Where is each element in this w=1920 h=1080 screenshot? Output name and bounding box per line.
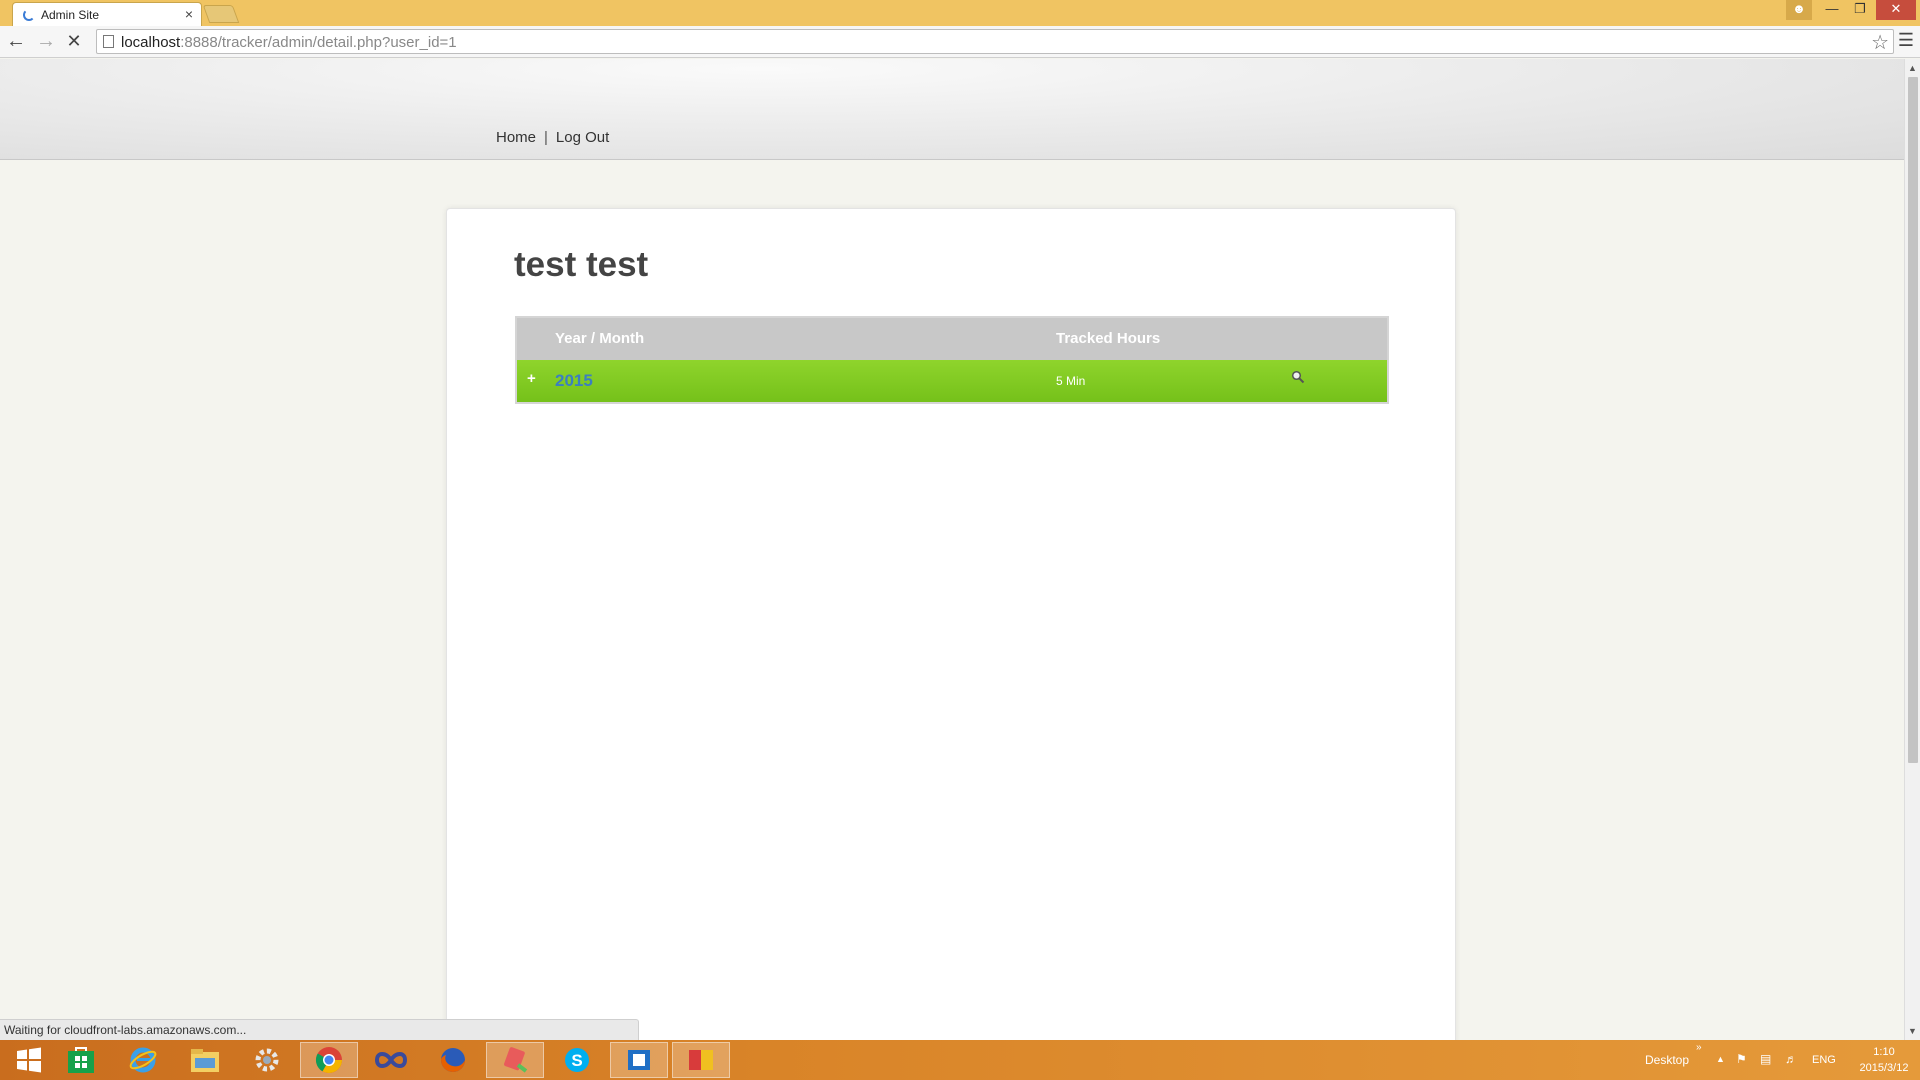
windows-start-icon[interactable] xyxy=(0,1042,58,1078)
column-header-year-month: Year / Month xyxy=(555,330,645,347)
url-text[interactable]: localhost:8888/tracker/admin/detail.php?… xyxy=(121,34,457,51)
table-row[interactable]: + 2015 5 Min xyxy=(517,360,1387,402)
content-panel: test test Year / Month Tracked Hours + 2… xyxy=(446,208,1456,1068)
internet-explorer-icon[interactable] xyxy=(114,1042,172,1078)
restore-button[interactable]: ❐ xyxy=(1846,0,1874,20)
row-tracked-hours: 5 Min xyxy=(1056,374,1086,388)
nav-separator: | xyxy=(544,129,548,146)
new-tab-button[interactable] xyxy=(202,5,240,23)
svg-text:S: S xyxy=(571,1051,582,1070)
user-profile-icon[interactable]: ☻ xyxy=(1786,0,1812,20)
column-header-tracked-hours: Tracked Hours xyxy=(1056,330,1161,347)
misc-app-icon[interactable] xyxy=(672,1042,730,1078)
input-language[interactable]: ENG xyxy=(1812,1054,1836,1066)
outlook-icon[interactable] xyxy=(610,1042,668,1078)
url-path: :8888/tracker/admin/detail.php?user_id=1 xyxy=(180,34,457,51)
page-scrollbar[interactable]: ▲ ▼ xyxy=(1904,59,1920,1040)
system-clock[interactable]: 1:10 2015/3/12 xyxy=(1852,1044,1916,1076)
nav-home-link[interactable]: Home xyxy=(496,129,536,146)
nav-logout-link[interactable]: Log Out xyxy=(556,129,609,146)
scrollbar-thumb[interactable] xyxy=(1908,77,1918,763)
scroll-up-icon[interactable]: ▲ xyxy=(1908,63,1917,73)
search-icon[interactable] xyxy=(1291,370,1305,384)
infinity-app-icon[interactable] xyxy=(362,1042,420,1078)
page-icon xyxy=(103,35,114,48)
tab-close-icon[interactable]: × xyxy=(185,6,193,22)
chrome-icon[interactable] xyxy=(300,1042,358,1078)
browser-tab[interactable]: Admin Site × xyxy=(12,2,202,26)
page-title: test test xyxy=(514,245,649,284)
show-hidden-icons-icon[interactable]: ▲ xyxy=(1716,1054,1725,1064)
store-icon[interactable] xyxy=(52,1042,110,1078)
volume-icon[interactable]: ♬ xyxy=(1785,1052,1797,1066)
action-center-flag-icon[interactable]: ⚑ xyxy=(1736,1052,1747,1066)
skype-icon[interactable]: S xyxy=(548,1042,606,1078)
settings-gear-icon[interactable] xyxy=(238,1042,296,1078)
network-icon[interactable]: ▤ xyxy=(1760,1052,1771,1066)
browser-status-bar: Waiting for cloudfront-labs.amazonaws.co… xyxy=(0,1019,639,1040)
windows-taskbar: S Desktop » ▲ ⚑ ▤ ♬ ENG 1:10 2015/3/12 xyxy=(0,1040,1920,1080)
tracked-hours-table: Year / Month Tracked Hours + 2015 5 Min xyxy=(515,316,1389,404)
loading-spinner-icon xyxy=(23,9,35,21)
address-bar[interactable]: localhost:8888/tracker/admin/detail.php?… xyxy=(96,29,1894,54)
table-header: Year / Month Tracked Hours xyxy=(517,318,1387,360)
file-explorer-icon[interactable] xyxy=(176,1042,234,1078)
url-host: localhost xyxy=(121,34,181,51)
forward-icon[interactable]: → xyxy=(34,30,58,54)
paint-app-icon[interactable] xyxy=(486,1042,544,1078)
browser-toolbar: ← → ✕ localhost:8888/tracker/admin/detai… xyxy=(0,26,1920,58)
clock-time: 1:10 xyxy=(1873,1046,1895,1058)
site-header: Home | Log Out xyxy=(0,59,1904,160)
browser-titlebar: Admin Site × ☻ — ❐ ✕ xyxy=(0,0,1920,26)
browser-menu-icon[interactable]: ☰ xyxy=(1898,30,1914,51)
back-icon[interactable]: ← xyxy=(4,30,28,54)
expand-row-icon[interactable]: + xyxy=(527,370,536,387)
toolbar-expand-icon[interactable]: » xyxy=(1696,1042,1702,1053)
close-window-button[interactable]: ✕ xyxy=(1876,0,1916,20)
firefox-icon[interactable] xyxy=(424,1042,482,1078)
stop-loading-icon[interactable]: ✕ xyxy=(62,30,86,54)
minimize-button[interactable]: — xyxy=(1818,0,1846,20)
tab-title: Admin Site xyxy=(41,8,100,22)
desktop-toolbar-label[interactable]: Desktop xyxy=(1645,1053,1689,1067)
clock-date: 2015/3/12 xyxy=(1859,1062,1909,1074)
bookmark-star-icon[interactable]: ☆ xyxy=(1871,30,1889,55)
row-year-link[interactable]: 2015 xyxy=(555,371,593,391)
scroll-down-icon[interactable]: ▼ xyxy=(1908,1026,1917,1036)
main-nav: Home | Log Out xyxy=(496,129,609,146)
